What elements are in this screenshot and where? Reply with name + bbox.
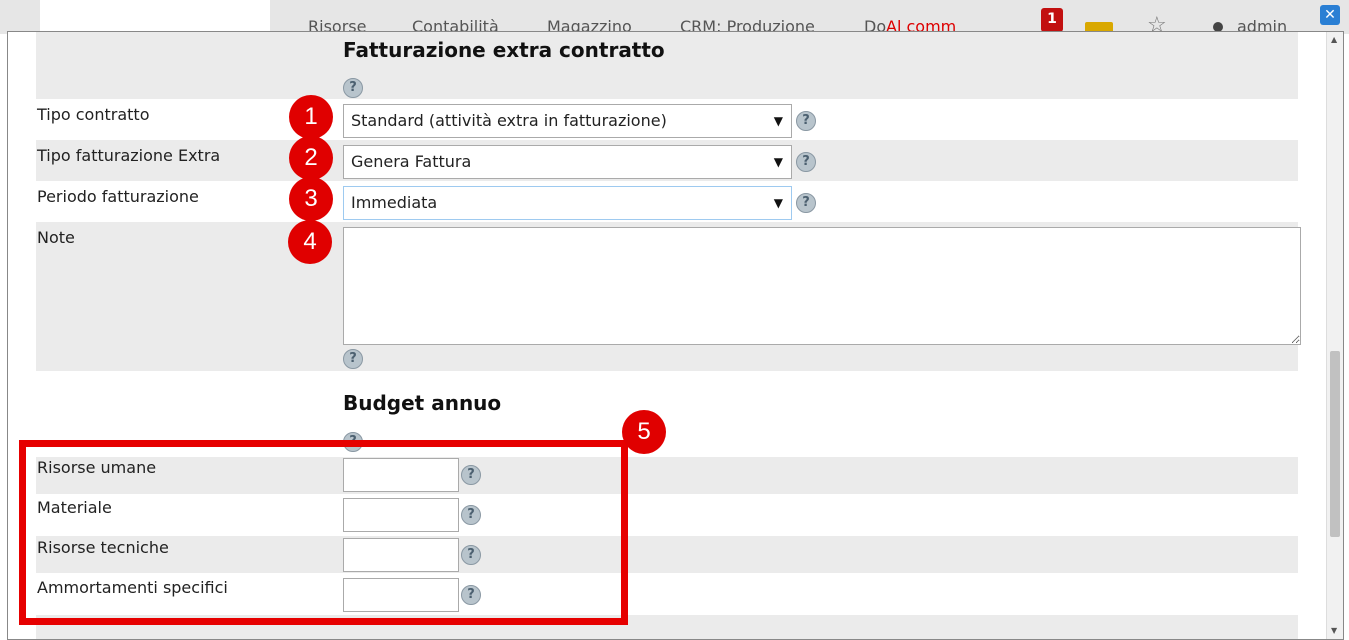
select-tipo-contratto[interactable]: Standard (attività extra in fatturazione… [343,104,792,138]
section-title-budget: Budget annuo [343,391,502,415]
app-logo-area [40,0,270,34]
scroll-down-icon[interactable]: ▼ [1331,626,1337,635]
form-row-tipo-fatturazione: Tipo fatturazione Extra Genera Fattura ▼… [36,140,1298,181]
help-icon[interactable]: ? [796,152,816,172]
select-value: Standard (attività extra in fatturazione… [351,111,667,130]
form-row-note: Note ? [36,222,1301,371]
form-row-periodo-fatturazione: Periodo fatturazione Immediata ▼ ? [36,181,1298,222]
notification-badge[interactable]: 1 [1041,8,1063,32]
label-note: Note [37,228,75,247]
chevron-down-icon: ▼ [773,196,783,210]
select-tipo-fatturazione[interactable]: Genera Fattura ▼ [343,145,792,179]
annotation-highlight-box [19,440,628,625]
label-tipo-fatturazione: Tipo fatturazione Extra [37,146,221,165]
close-icon[interactable]: ✕ [1320,5,1340,25]
modal-scrollbar[interactable]: ▲ ▼ [1326,32,1343,639]
annotation-marker-5: 5 [622,410,666,454]
scrollbar-thumb[interactable] [1330,351,1340,537]
note-textarea[interactable] [343,227,1301,345]
scroll-up-icon[interactable]: ▲ [1331,35,1337,44]
annotation-marker-4: 4 [288,220,332,264]
label-periodo-fatturazione: Periodo fatturazione [37,187,199,206]
help-icon[interactable]: ? [343,78,363,98]
select-value: Genera Fattura [351,152,472,171]
annotation-marker-3: 3 [289,177,333,221]
section-header-row: Fatturazione extra contratto ? [36,32,1298,99]
select-value: Immediata [351,193,438,212]
select-periodo-fatturazione[interactable]: Immediata ▼ [343,186,792,220]
form-row-tipo-contratto: Tipo contratto Standard (attività extra … [36,99,1298,140]
chevron-down-icon: ▼ [773,155,783,169]
label-tipo-contratto: Tipo contratto [37,105,150,124]
annotation-marker-2: 2 [289,136,333,180]
chevron-down-icon: ▼ [773,114,783,128]
annotation-marker-1: 1 [289,95,333,139]
app-top-bar: Risorse Contabilità Magazzino CRM: Produ… [0,0,1349,34]
help-icon[interactable]: ? [343,349,363,369]
help-icon[interactable]: ? [796,193,816,213]
section-title-extra-billing: Fatturazione extra contratto [343,38,665,62]
help-icon[interactable]: ? [796,111,816,131]
